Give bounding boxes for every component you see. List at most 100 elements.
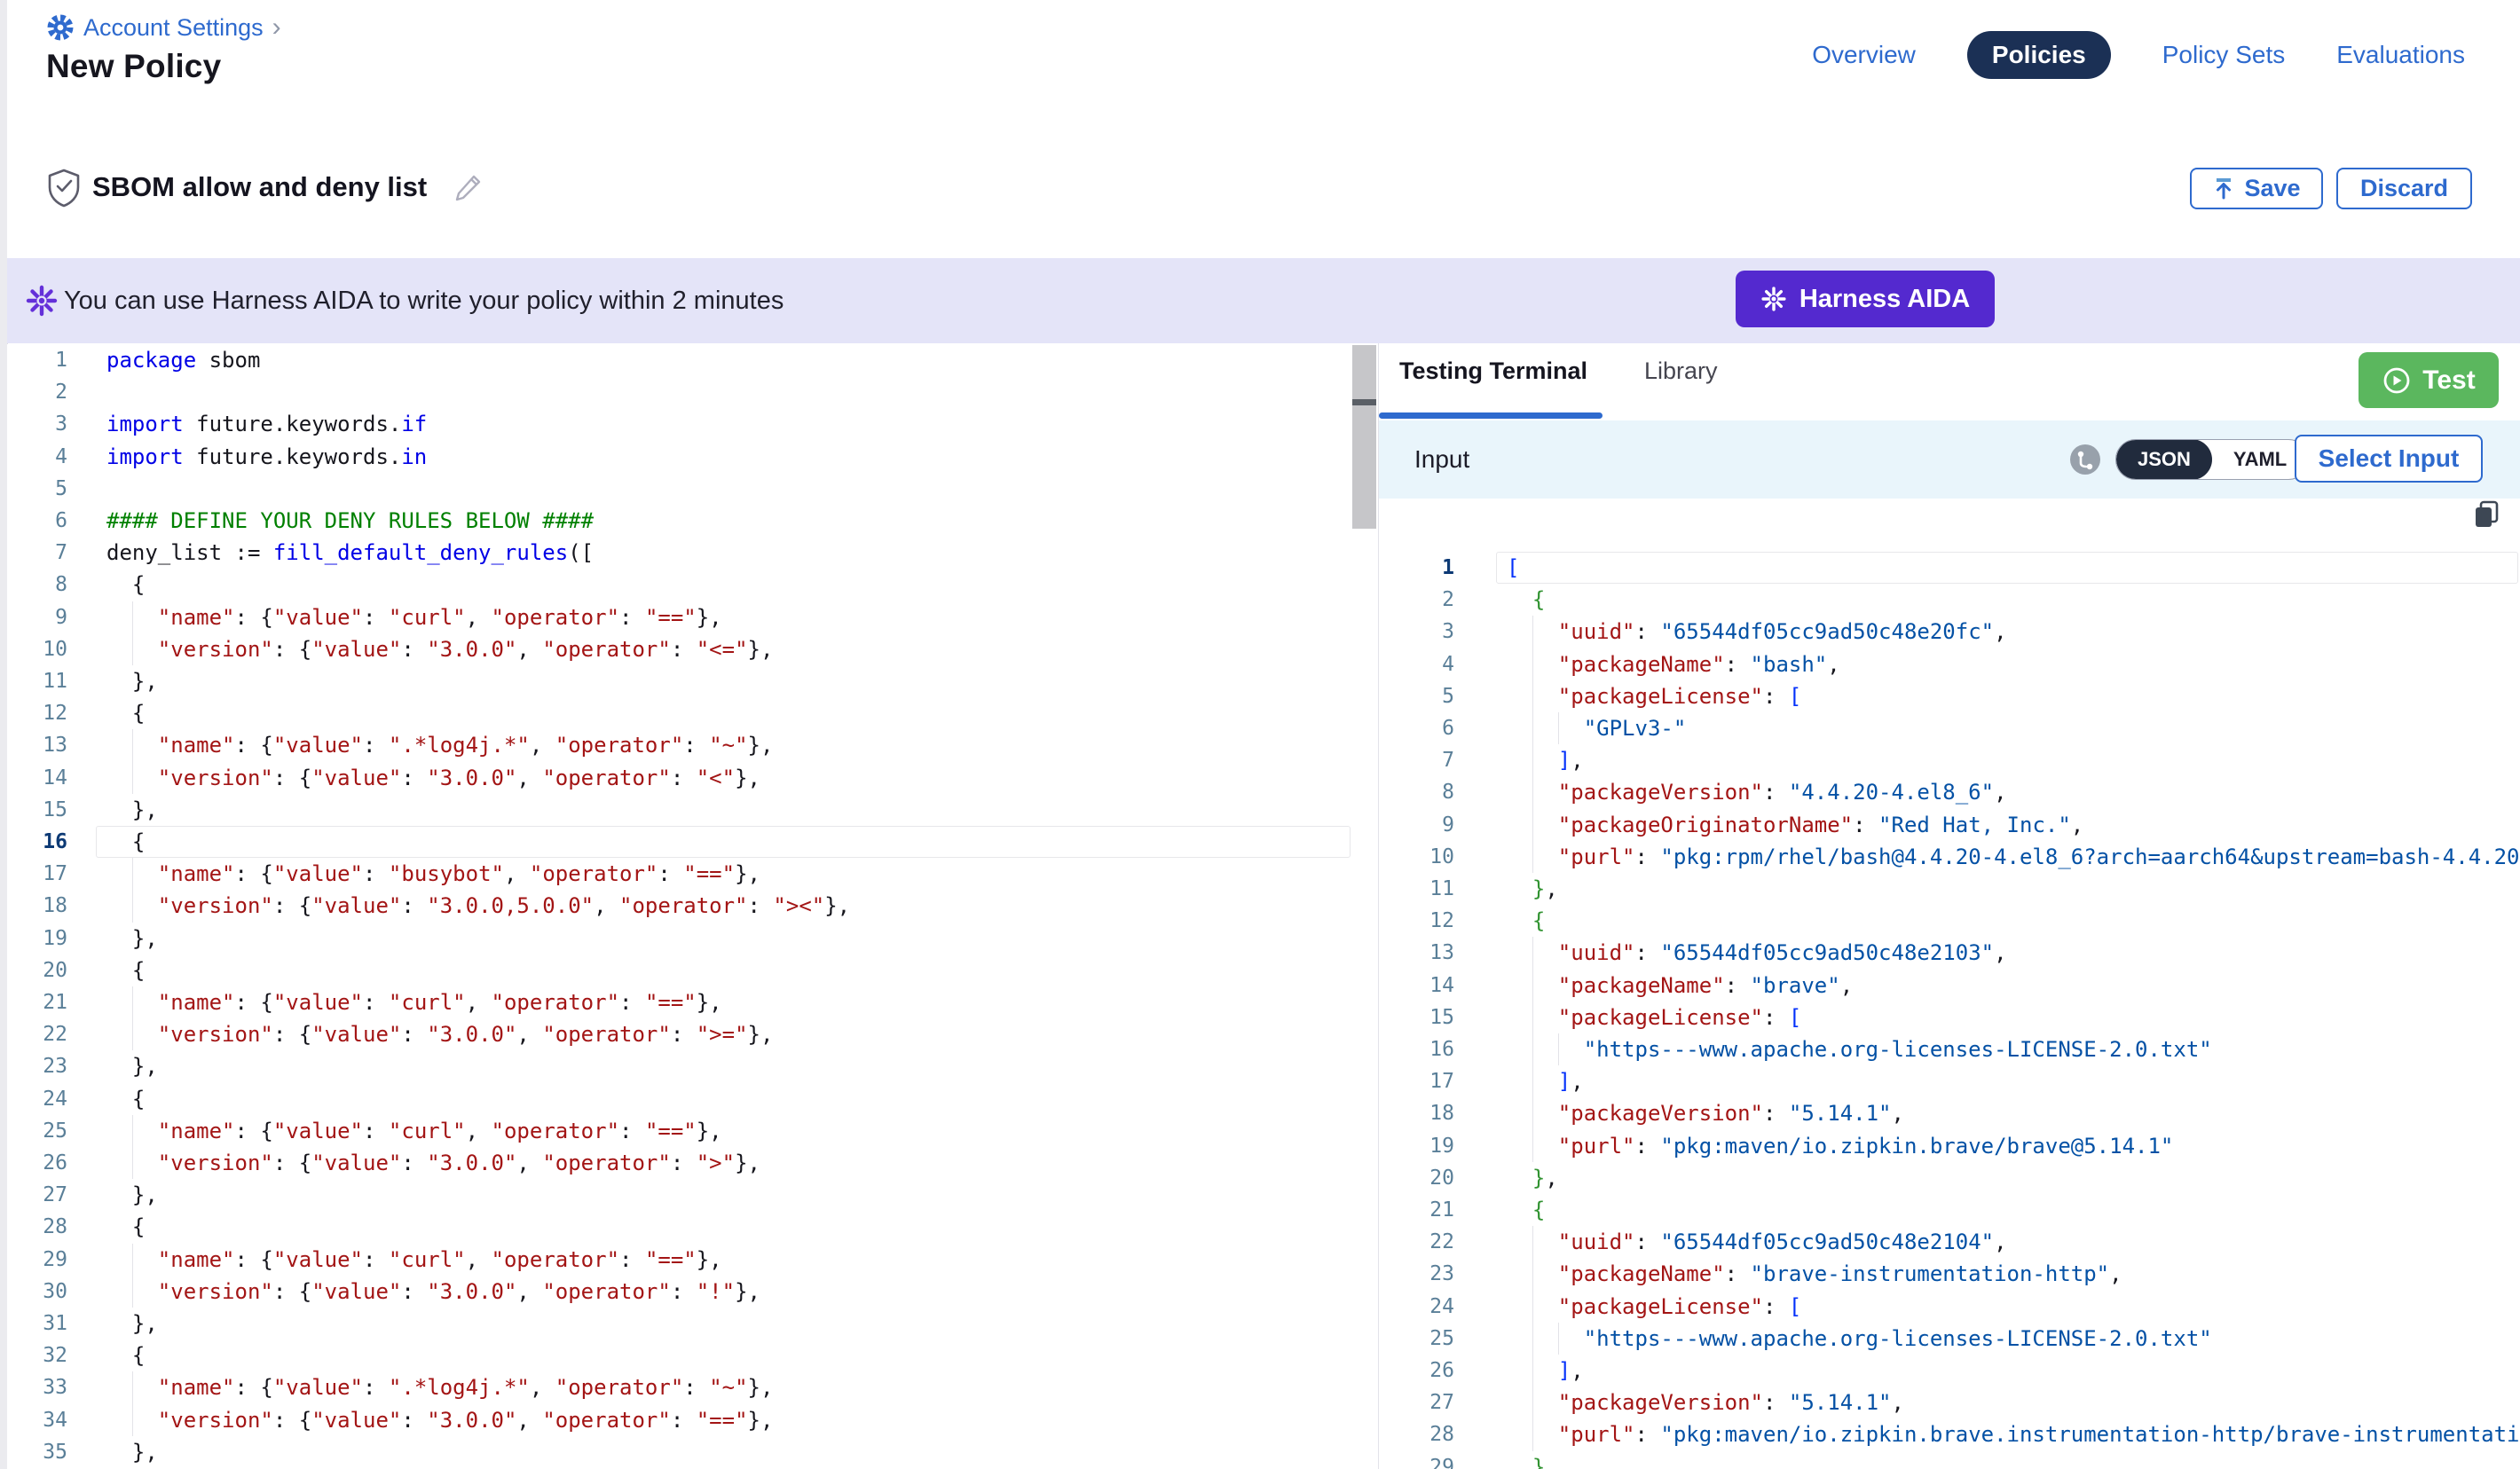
tab-policy-sets[interactable]: Policy Sets xyxy=(2162,41,2286,69)
code-line[interactable]: 2 { xyxy=(1379,584,2520,616)
code-line[interactable]: 5 xyxy=(7,473,1352,505)
test-button[interactable]: Test xyxy=(2359,352,2499,408)
code-line[interactable]: 24 { xyxy=(7,1083,1352,1115)
code-line[interactable]: 5 "packageLicense": [ xyxy=(1379,680,2520,712)
code-line[interactable]: 21 { xyxy=(1379,1194,2520,1226)
code-line[interactable]: 18 "packageVersion": "5.14.1", xyxy=(1379,1097,2520,1129)
policy-code-editor[interactable]: 1package sbom23import future.keywords.if… xyxy=(7,344,1352,1469)
tab-evaluations[interactable]: Evaluations xyxy=(2336,41,2465,69)
code-line[interactable]: 9 "packageOriginatorName": "Red Hat, Inc… xyxy=(1379,809,2520,841)
code-line[interactable]: 15 "packageLicense": [ xyxy=(1379,1002,2520,1033)
code-line[interactable]: 23 "packageName": "brave-instrumentation… xyxy=(1379,1258,2520,1290)
code-line[interactable]: 28 { xyxy=(7,1211,1352,1243)
select-input-button[interactable]: Select Input xyxy=(2295,435,2483,483)
code-line[interactable]: 7 ], xyxy=(1379,744,2520,776)
line-number: 19 xyxy=(1379,1130,1454,1162)
toggle-json[interactable]: JSON xyxy=(2116,439,2212,480)
tab-testing-terminal[interactable]: Testing Terminal xyxy=(1399,357,1587,385)
code-line[interactable]: 22 "version": {"value": "3.0.0", "operat… xyxy=(7,1018,1352,1050)
code-line[interactable]: 20 { xyxy=(7,954,1352,986)
editor-scrollbar-thumb[interactable] xyxy=(1352,345,1376,529)
line-number: 19 xyxy=(7,923,67,954)
code-line[interactable]: 14 "version": {"value": "3.0.0", "operat… xyxy=(7,762,1352,794)
code-line[interactable]: 33 "name": {"value": ".*log4j.*", "opera… xyxy=(7,1371,1352,1403)
code-line[interactable]: 2 xyxy=(7,376,1352,408)
code-line[interactable]: 12 { xyxy=(7,697,1352,729)
line-number: 7 xyxy=(7,537,67,569)
code-line[interactable]: 18 "version": {"value": "3.0.0,5.0.0", "… xyxy=(7,890,1352,922)
line-number: 26 xyxy=(1379,1355,1454,1387)
code-line[interactable]: 1[ xyxy=(1379,552,2520,584)
shield-check-icon xyxy=(46,168,82,208)
code-line[interactable]: 13 "uuid": "65544df05cc9ad50c48e2103", xyxy=(1379,937,2520,969)
input-json-editor[interactable]: 1[2 {3 "uuid": "65544df05cc9ad50c48e20fc… xyxy=(1379,552,2520,1469)
copy-icon[interactable] xyxy=(2472,499,2500,530)
code-line[interactable]: 16 { xyxy=(7,826,1352,858)
code-line[interactable]: 26 ], xyxy=(1379,1355,2520,1387)
code-line[interactable]: 10 "purl": "pkg:rpm/rhel/bash@4.4.20-4.e… xyxy=(1379,841,2520,873)
test-button-label: Test xyxy=(2422,365,2475,396)
code-line[interactable]: 3 "uuid": "65544df05cc9ad50c48e20fc", xyxy=(1379,616,2520,648)
pipeline-input-icon[interactable] xyxy=(2069,444,2101,475)
line-number: 13 xyxy=(7,729,67,761)
code-line[interactable]: 20 }, xyxy=(1379,1162,2520,1194)
discard-button[interactable]: Discard xyxy=(2336,168,2472,209)
tab-overview[interactable]: Overview xyxy=(1812,41,1916,69)
code-line[interactable]: 29 "name": {"value": "curl", "operator":… xyxy=(7,1244,1352,1276)
code-line[interactable]: 24 "packageLicense": [ xyxy=(1379,1291,2520,1323)
line-number: 14 xyxy=(1379,970,1454,1002)
line-number: 34 xyxy=(7,1404,67,1436)
code-line[interactable]: 25 "name": {"value": "curl", "operator":… xyxy=(7,1115,1352,1147)
code-line[interactable]: 35 }, xyxy=(7,1436,1352,1468)
tab-policies[interactable]: Policies xyxy=(1967,31,2111,79)
code-line[interactable]: 12 { xyxy=(1379,905,2520,937)
harness-aida-button[interactable]: Harness AIDA xyxy=(1736,271,1995,327)
breadcrumb[interactable]: Account Settings › xyxy=(46,12,281,43)
code-line[interactable]: 6 "GPLv3-" xyxy=(1379,712,2520,744)
line-number: 29 xyxy=(1379,1451,1454,1469)
code-line[interactable]: 30 "version": {"value": "3.0.0", "operat… xyxy=(7,1276,1352,1308)
save-button[interactable]: Save xyxy=(2190,168,2323,209)
page-title: New Policy xyxy=(46,48,221,85)
code-line[interactable]: 3import future.keywords.if xyxy=(7,408,1352,440)
code-line[interactable]: 13 "name": {"value": ".*log4j.*", "opera… xyxy=(7,729,1352,761)
code-line[interactable]: 32 { xyxy=(7,1339,1352,1371)
code-line[interactable]: 21 "name": {"value": "curl", "operator":… xyxy=(7,986,1352,1018)
code-line[interactable]: 8 { xyxy=(7,569,1352,601)
code-line[interactable]: 4import future.keywords.in xyxy=(7,441,1352,473)
breadcrumb-separator: › xyxy=(272,12,281,43)
line-number: 7 xyxy=(1379,744,1454,776)
code-line[interactable]: 10 "version": {"value": "3.0.0", "operat… xyxy=(7,633,1352,665)
code-line[interactable]: 22 "uuid": "65544df05cc9ad50c48e2104", xyxy=(1379,1226,2520,1258)
code-line[interactable]: 26 "version": {"value": "3.0.0", "operat… xyxy=(7,1147,1352,1179)
code-line[interactable]: 1package sbom xyxy=(7,344,1352,376)
toggle-yaml[interactable]: YAML xyxy=(2212,439,2308,480)
code-line[interactable]: 27 "packageVersion": "5.14.1", xyxy=(1379,1387,2520,1418)
code-line[interactable]: 8 "packageVersion": "4.4.20-4.el8_6", xyxy=(1379,776,2520,808)
code-line[interactable]: 29 }, xyxy=(1379,1451,2520,1469)
code-line[interactable]: 25 "https---www.apache.org-licenses-LICE… xyxy=(1379,1323,2520,1355)
code-line[interactable]: 9 "name": {"value": "curl", "operator": … xyxy=(7,601,1352,633)
code-line[interactable]: 34 "version": {"value": "3.0.0", "operat… xyxy=(7,1404,1352,1436)
code-line[interactable]: 7deny_list := fill_default_deny_rules([ xyxy=(7,537,1352,569)
code-line[interactable]: 19 "purl": "pkg:maven/io.zipkin.brave/br… xyxy=(1379,1130,2520,1162)
code-line[interactable]: 23 }, xyxy=(7,1050,1352,1082)
code-line[interactable]: 11 }, xyxy=(7,665,1352,697)
edit-pencil-icon[interactable] xyxy=(453,173,483,203)
policy-name: SBOM allow and deny list xyxy=(92,171,427,203)
code-line[interactable]: 17 ], xyxy=(1379,1065,2520,1097)
code-line[interactable]: 16 "https---www.apache.org-licenses-LICE… xyxy=(1379,1033,2520,1065)
code-line[interactable]: 15 }, xyxy=(7,794,1352,826)
code-line[interactable]: 4 "packageName": "bash", xyxy=(1379,648,2520,680)
code-line[interactable]: 11 }, xyxy=(1379,873,2520,905)
tab-library[interactable]: Library xyxy=(1644,357,1718,385)
code-line[interactable]: 6#### DEFINE YOUR DENY RULES BELOW #### xyxy=(7,505,1352,537)
code-line[interactable]: 19 }, xyxy=(7,923,1352,954)
code-line[interactable]: 14 "packageName": "brave", xyxy=(1379,970,2520,1002)
code-line[interactable]: 27 }, xyxy=(7,1179,1352,1211)
code-line[interactable]: 17 "name": {"value": "busybot", "operato… xyxy=(7,858,1352,890)
policy-toolbar: SBOM allow and deny list Save Discard xyxy=(7,118,2520,258)
code-line[interactable]: 28 "purl": "pkg:maven/io.zipkin.brave.in… xyxy=(1379,1418,2520,1450)
breadcrumb-link[interactable]: Account Settings xyxy=(83,14,264,42)
code-line[interactable]: 31 }, xyxy=(7,1308,1352,1339)
